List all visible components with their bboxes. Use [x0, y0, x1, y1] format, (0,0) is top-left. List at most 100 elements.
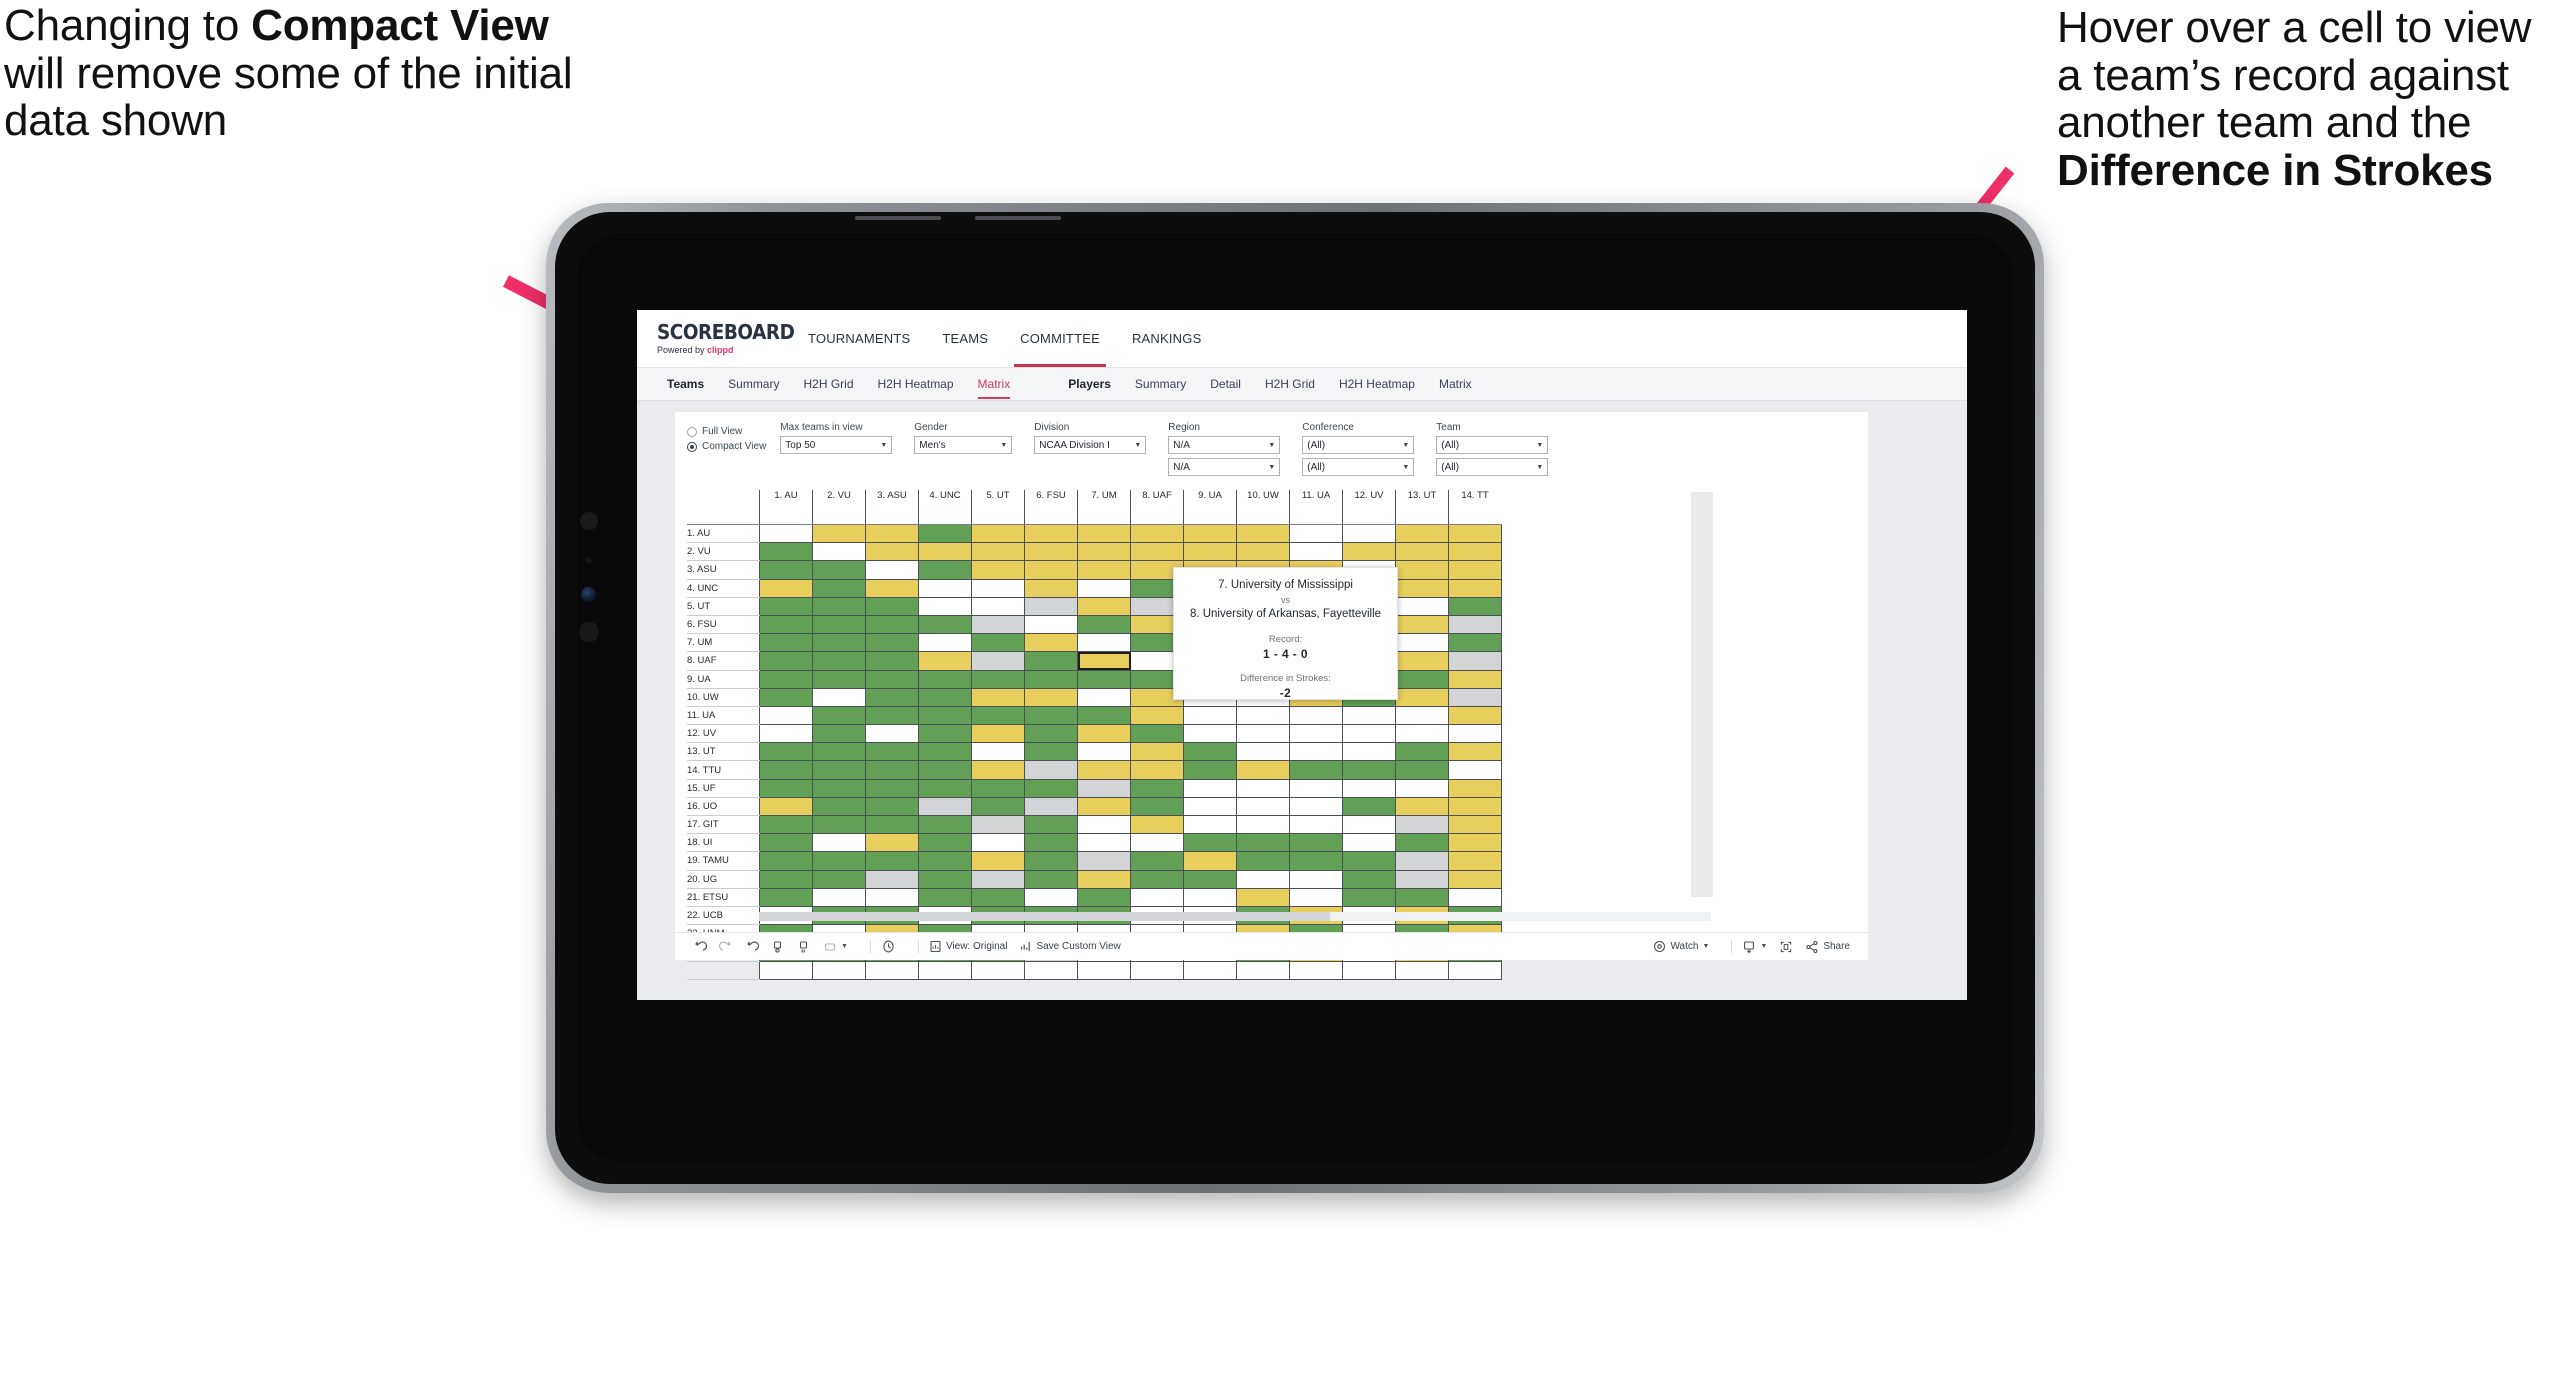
matrix-cell[interactable] [971, 614, 1025, 635]
matrix-cell[interactable] [1289, 796, 1343, 817]
nav-committee[interactable]: COMMITTEE [1004, 310, 1116, 367]
radio-full-view[interactable]: Full View [687, 426, 766, 437]
matrix-cell[interactable] [865, 833, 919, 853]
matrix-cell[interactable] [918, 578, 972, 598]
redo-button[interactable] [719, 940, 733, 954]
matrix-cell[interactable] [918, 724, 972, 744]
matrix-cell[interactable] [759, 851, 813, 871]
matrix-cell[interactable] [1236, 833, 1290, 853]
matrix-cell[interactable] [971, 687, 1025, 707]
matrix-cell[interactable] [1130, 814, 1184, 835]
matrix-cell[interactable] [865, 578, 919, 598]
matrix-cell[interactable] [865, 796, 919, 817]
matrix-cell[interactable] [812, 687, 866, 707]
matrix-cell[interactable] [918, 760, 972, 780]
matrix-cell[interactable] [759, 669, 813, 689]
subnav-players-summary[interactable]: Summary [1123, 377, 1198, 391]
matrix-cell[interactable] [918, 869, 972, 889]
matrix-cell[interactable] [1448, 851, 1502, 871]
matrix-cell[interactable] [971, 887, 1025, 907]
matrix-cell[interactable] [865, 887, 919, 907]
matrix-cell[interactable] [1183, 705, 1237, 726]
matrix-cell[interactable] [971, 523, 1025, 544]
matrix-cell[interactable] [865, 687, 919, 707]
matrix-cell[interactable] [1130, 724, 1184, 744]
matrix-cell[interactable] [1024, 869, 1078, 889]
matrix-cell[interactable] [812, 814, 866, 835]
matrix-cell[interactable] [865, 724, 919, 744]
matrix-cell[interactable] [865, 778, 919, 798]
matrix-cell[interactable] [1130, 778, 1184, 798]
matrix-cell[interactable] [1448, 542, 1502, 562]
matrix-cell[interactable] [1289, 887, 1343, 907]
matrix-cell[interactable] [812, 578, 866, 598]
matrix-cell[interactable] [1448, 614, 1502, 635]
matrix-cell[interactable] [971, 578, 1025, 598]
subnav-teams-matrix[interactable]: Matrix [966, 377, 1023, 399]
matrix-cell[interactable] [1077, 887, 1131, 907]
matrix-cell[interactable] [1448, 578, 1502, 598]
matrix-cell[interactable] [1342, 833, 1396, 853]
matrix-cell[interactable] [971, 542, 1025, 562]
matrix-cell[interactable] [1024, 633, 1078, 653]
matrix-cell[interactable] [918, 814, 972, 835]
matrix-cell[interactable] [865, 669, 919, 689]
matrix-cell[interactable] [1024, 796, 1078, 817]
matrix-cell[interactable] [1130, 523, 1184, 544]
matrix-cell[interactable] [1395, 778, 1449, 798]
matrix-cell[interactable] [865, 742, 919, 762]
matrix-cell[interactable] [971, 633, 1025, 653]
nav-tournaments[interactable]: TOURNAMENTS [792, 310, 926, 367]
matrix-cell[interactable] [1183, 742, 1237, 762]
matrix-cell[interactable] [1183, 523, 1237, 544]
matrix-cell[interactable] [1448, 669, 1502, 689]
matrix-cell[interactable] [1077, 542, 1131, 562]
subnav-players-h2h-grid[interactable]: H2H Grid [1253, 377, 1327, 391]
matrix-cell[interactable] [1448, 560, 1502, 580]
matrix-cell[interactable] [1289, 542, 1343, 562]
matrix-cell[interactable] [1289, 742, 1343, 762]
matrix-cell[interactable] [1342, 760, 1396, 780]
matrix-cell[interactable] [759, 542, 813, 562]
matrix-cell[interactable] [1077, 796, 1131, 817]
matrix-cell[interactable] [812, 560, 866, 580]
matrix-cell[interactable] [759, 778, 813, 798]
matrix-cell[interactable] [1395, 887, 1449, 907]
matrix-cell[interactable] [865, 596, 919, 616]
subnav-players-matrix[interactable]: Matrix [1427, 377, 1484, 391]
matrix-cell[interactable] [812, 833, 866, 853]
matrix-cell[interactable] [918, 833, 972, 853]
save-custom-view-button[interactable]: Save Custom View [1019, 940, 1121, 953]
matrix-cell[interactable] [865, 560, 919, 580]
matrix-cell[interactable] [971, 705, 1025, 726]
matrix-cell[interactable] [1077, 596, 1131, 616]
matrix-cell[interactable] [918, 687, 972, 707]
revert-button[interactable] [745, 940, 759, 954]
matrix-cell[interactable] [812, 705, 866, 726]
matrix-cell[interactable] [918, 633, 972, 653]
matrix-cell[interactable] [1395, 578, 1449, 598]
matrix-cell[interactable] [1395, 633, 1449, 653]
matrix-cell[interactable] [1130, 542, 1184, 562]
matrix-cell[interactable] [1342, 887, 1396, 907]
matrix-cell[interactable] [759, 833, 813, 853]
matrix-cell[interactable] [1448, 814, 1502, 835]
matrix-cell[interactable] [1289, 760, 1343, 780]
matrix-cell[interactable] [1395, 687, 1449, 707]
matrix-cell[interactable] [918, 523, 972, 544]
matrix-cell[interactable] [812, 887, 866, 907]
filter-conference-select-2[interactable]: (All) ▼ [1302, 458, 1415, 476]
share-button[interactable]: Share [1805, 940, 1850, 954]
matrix-cell[interactable] [1395, 869, 1449, 889]
matrix-cell[interactable] [971, 560, 1025, 580]
matrix-cell[interactable] [812, 651, 866, 671]
matrix-cell[interactable] [918, 651, 972, 671]
matrix-cell[interactable] [1024, 851, 1078, 871]
matrix-cell[interactable] [1236, 851, 1290, 871]
matrix-cell[interactable] [918, 742, 972, 762]
matrix-cell[interactable] [971, 724, 1025, 744]
matrix-cell[interactable] [1342, 523, 1396, 544]
matrix-cell[interactable] [1077, 614, 1131, 635]
matrix-cell[interactable] [1289, 851, 1343, 871]
matrix-cell[interactable] [1289, 778, 1343, 798]
